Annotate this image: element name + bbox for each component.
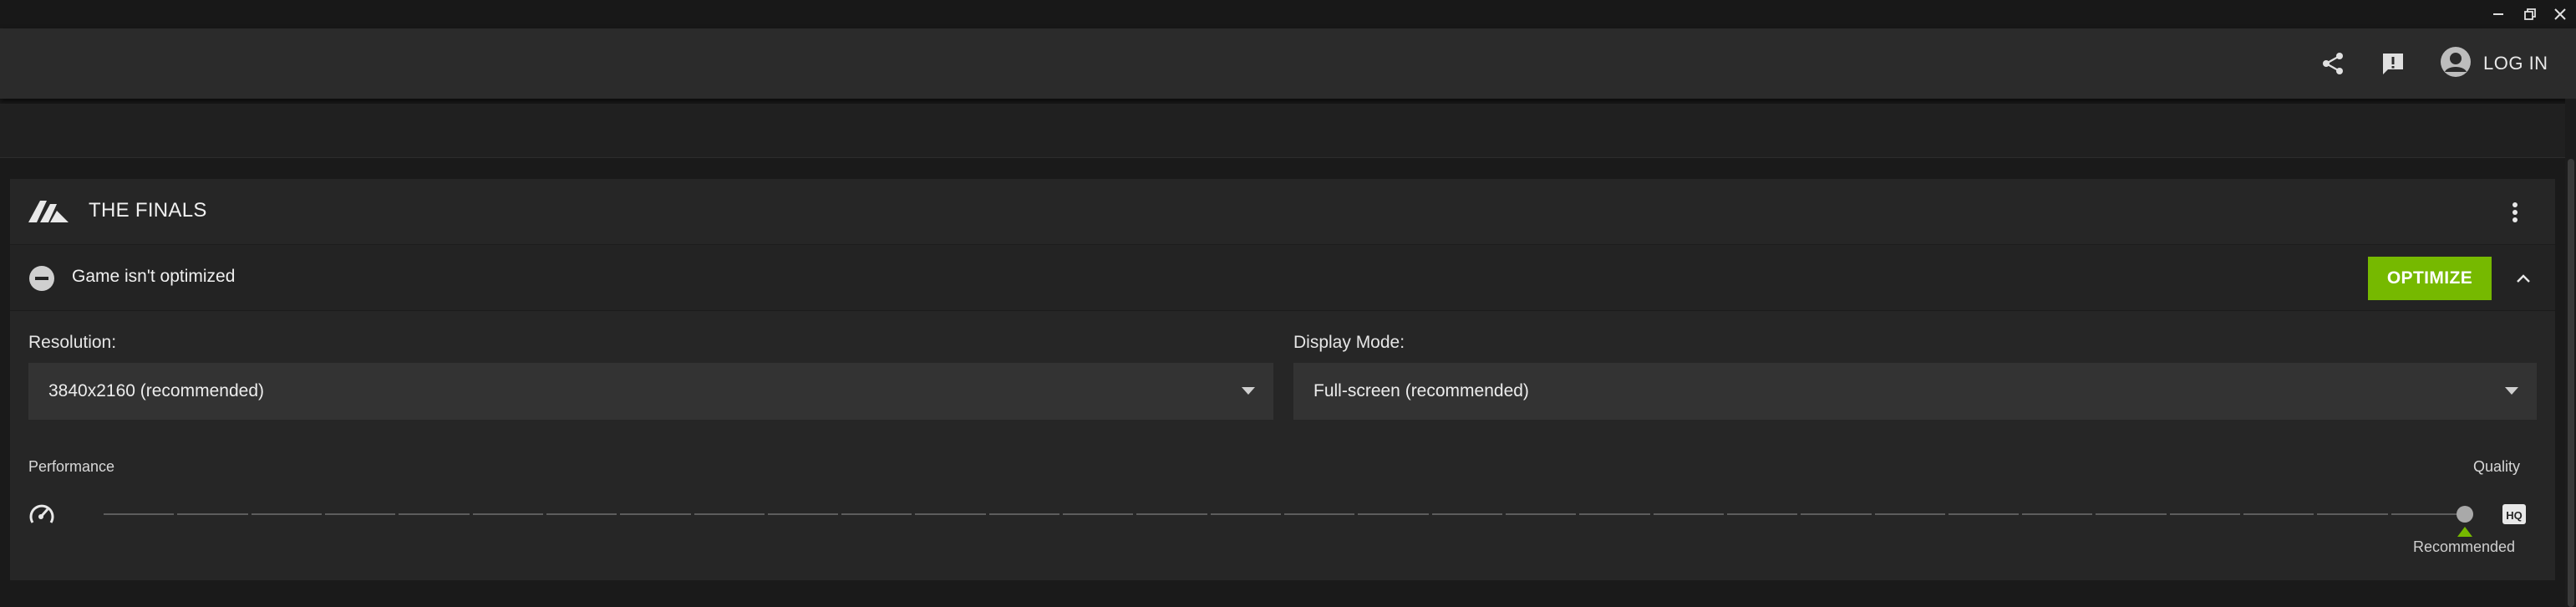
slider-segment[interactable] <box>1210 513 1281 515</box>
quality-label: Quality <box>2473 458 2521 475</box>
scrollbar-thumb[interactable] <box>2568 159 2574 607</box>
slider-segment[interactable] <box>1431 513 1502 515</box>
slider-thumb[interactable] <box>2457 506 2473 523</box>
recommended-label: Recommended <box>2413 538 2516 555</box>
slider-segment[interactable] <box>177 513 248 515</box>
slider-segment[interactable] <box>1948 513 2020 515</box>
tab-strip <box>0 104 2565 158</box>
login-button[interactable]: LOG IN <box>2440 46 2548 82</box>
game-card: THE FINALS Game isn't optimized OPTIMIZE… <box>10 179 2555 580</box>
slider-segment[interactable] <box>251 513 322 515</box>
slider-segment[interactable] <box>1726 513 1798 515</box>
resolution-select[interactable]: 3840x2160 (recommended) <box>28 363 1273 420</box>
slider-segment[interactable] <box>694 513 765 515</box>
slider-segment[interactable] <box>620 513 691 515</box>
slider-segment[interactable] <box>104 513 175 515</box>
hq-icon: HQ <box>2502 504 2526 524</box>
resolution-label: Resolution: <box>28 333 117 352</box>
game-title: THE FINALS <box>89 199 207 222</box>
slider-segment[interactable] <box>1579 513 1650 515</box>
close-icon[interactable] <box>2547 0 2573 28</box>
slider-segment[interactable] <box>1653 513 1724 515</box>
slider-segment[interactable] <box>2317 513 2388 515</box>
game-card-header: THE FINALS <box>10 179 2555 245</box>
login-label: LOG IN <box>2483 53 2548 74</box>
slider-segment[interactable] <box>2022 513 2093 515</box>
slider-segment[interactable] <box>841 513 912 515</box>
user-avatar-icon <box>2440 46 2472 82</box>
slider-segment[interactable] <box>472 513 543 515</box>
chevron-down-icon <box>1242 387 1255 395</box>
slider-segment[interactable] <box>1874 513 1945 515</box>
slider-segment[interactable] <box>2391 513 2462 515</box>
slider-segment[interactable] <box>2243 513 2314 515</box>
slider-segment[interactable] <box>1284 513 1355 515</box>
window-titlebar <box>0 0 2576 28</box>
display-mode-value: Full-screen (recommended) <box>1313 381 1529 400</box>
slider-segment[interactable] <box>1505 513 1577 515</box>
more-options-icon[interactable] <box>2500 197 2530 227</box>
optimize-button[interactable]: OPTIMIZE <box>2368 257 2492 300</box>
minimize-icon[interactable] <box>2485 0 2512 28</box>
slider-segment[interactable] <box>915 513 986 515</box>
performance-label: Performance <box>28 458 115 475</box>
optimization-status-row: Game isn't optimized OPTIMIZE <box>10 245 2555 311</box>
display-mode-label: Display Mode: <box>1293 333 1405 352</box>
share-icon[interactable] <box>2318 48 2348 79</box>
recommended-marker <box>2457 527 2472 537</box>
slider-segment[interactable] <box>988 513 1060 515</box>
slider-segment[interactable] <box>2169 513 2241 515</box>
slider-segment[interactable] <box>1063 513 1134 515</box>
chevron-up-icon[interactable] <box>2508 263 2538 293</box>
restore-icon[interactable] <box>2517 0 2543 28</box>
quality-slider[interactable] <box>104 503 2473 525</box>
slider-segment[interactable] <box>1136 513 1207 515</box>
slider-segment[interactable] <box>399 513 470 515</box>
slider-segment[interactable] <box>2096 513 2167 515</box>
slider-segment[interactable] <box>324 513 396 515</box>
chevron-down-icon <box>2505 387 2518 395</box>
optimization-status-text: Game isn't optimized <box>72 267 236 286</box>
slider-segment[interactable] <box>1358 513 1429 515</box>
minus-circle-icon <box>29 266 54 291</box>
slider-segment[interactable] <box>546 513 617 515</box>
resolution-value: 3840x2160 (recommended) <box>48 381 264 400</box>
display-mode-select[interactable]: Full-screen (recommended) <box>1293 363 2537 420</box>
feedback-icon[interactable] <box>2378 48 2408 79</box>
slider-segment[interactable] <box>767 513 839 515</box>
the-finals-logo <box>28 201 69 222</box>
app-header <box>0 28 2576 99</box>
speedometer-icon <box>29 504 54 523</box>
slider-segment[interactable] <box>1801 513 1872 515</box>
svg-text:HQ: HQ <box>2506 509 2523 522</box>
